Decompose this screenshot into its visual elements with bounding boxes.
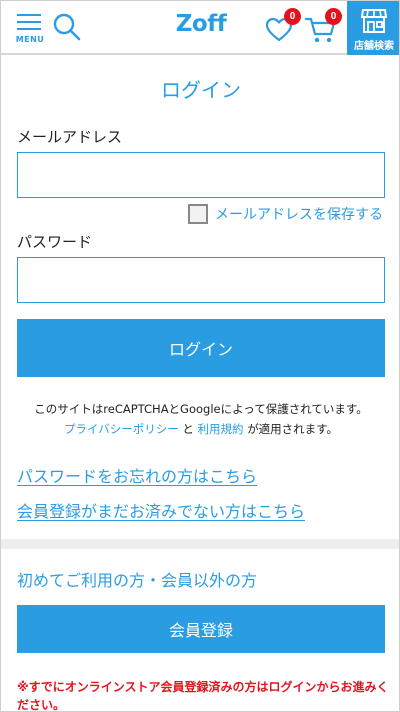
save-email-checkbox[interactable]	[188, 204, 208, 224]
menu-label: MENU	[15, 35, 45, 44]
recaptcha-note: このサイトはreCAPTCHAとGoogleによって保護されています。	[34, 402, 368, 416]
password-label: パスワード	[17, 233, 93, 251]
search-icon	[53, 13, 81, 41]
new-user-heading: 初めてご利用の方・会員以外の方	[17, 571, 258, 590]
terms-link[interactable]: 利用規約	[198, 422, 244, 436]
page: MENU Zoff 0 0 店舗検索 ログイン メールアドレス メールアドレスを…	[0, 0, 400, 712]
not-registered-link[interactable]: 会員登録がまだお済みでない方はこちら	[17, 498, 305, 522]
privacy-policy-link[interactable]: プライバシーポリシー	[64, 422, 179, 436]
email-label: メールアドレス	[17, 128, 123, 146]
menu-icon-bar	[17, 21, 41, 23]
forgot-password-link[interactable]: パスワードをお忘れの方はこちら	[17, 463, 257, 487]
section-divider	[1, 539, 399, 549]
page-title: ログイン	[161, 78, 241, 102]
zoff-logo[interactable]: Zoff	[171, 11, 231, 37]
register-button[interactable]: 会員登録	[17, 605, 385, 653]
search-button[interactable]	[51, 11, 83, 43]
store-search-button[interactable]: 店舗検索	[347, 1, 399, 55]
favorites-button[interactable]: 0	[264, 8, 301, 43]
login-button[interactable]: ログイン	[17, 319, 385, 377]
applies-text: が適用されます。	[247, 422, 339, 436]
and-text: と	[182, 422, 194, 436]
save-email-label: メールアドレスを保存する	[215, 207, 383, 223]
recaptcha-policy-line: プライバシーポリシー と 利用規約 が適用されます。	[1, 421, 399, 437]
cart-count-badge: 0	[325, 8, 342, 25]
password-field[interactable]	[17, 257, 385, 303]
cart-button[interactable]: 0	[304, 8, 344, 43]
store-icon	[360, 9, 388, 33]
menu-icon-bar	[17, 28, 41, 30]
registered-member-warning: ※すでにオンラインストア会員登録済みの方はログインからお進みください。	[17, 680, 389, 712]
menu-icon	[17, 14, 41, 16]
save-email-option[interactable]: メールアドレスを保存する	[188, 203, 383, 225]
menu-button[interactable]: MENU	[15, 11, 45, 47]
site-header: MENU Zoff 0 0 店舗検索	[1, 1, 399, 55]
email-field[interactable]	[17, 152, 385, 198]
favorites-count-badge: 0	[284, 8, 301, 25]
store-search-label: 店舗検索	[354, 41, 394, 52]
